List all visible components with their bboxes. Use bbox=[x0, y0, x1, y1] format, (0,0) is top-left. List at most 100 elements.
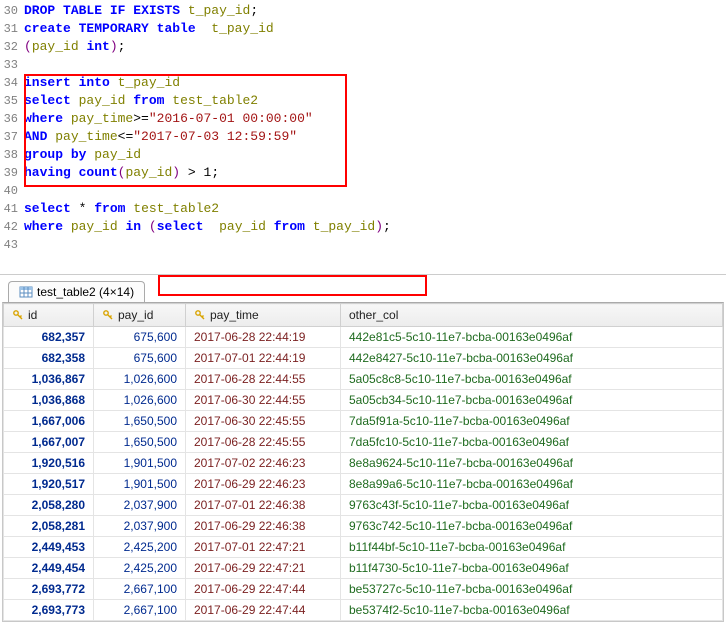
cell-other-col[interactable]: 442e8427-5c10-11e7-bcba-00163e0496af bbox=[341, 348, 723, 369]
column-header[interactable]: pay_time bbox=[186, 304, 341, 327]
cell-pay-time[interactable]: 2017-06-29 22:47:44 bbox=[186, 600, 341, 621]
cell-pay-time[interactable]: 2017-06-29 22:47:44 bbox=[186, 579, 341, 600]
table-row[interactable]: 682,358675,6002017-07-01 22:44:19442e842… bbox=[4, 348, 723, 369]
cell-other-col[interactable]: be53727c-5c10-11e7-bcba-00163e0496af bbox=[341, 579, 723, 600]
cell-pay-time[interactable]: 2017-07-01 22:44:19 bbox=[186, 348, 341, 369]
cell-pay-id[interactable]: 675,600 bbox=[94, 327, 186, 348]
cell-pay-time[interactable]: 2017-06-28 22:44:19 bbox=[186, 327, 341, 348]
cell-pay-id[interactable]: 2,037,900 bbox=[94, 495, 186, 516]
code-content[interactable]: select * from test_table2 bbox=[22, 200, 726, 218]
code-line[interactable]: 34insert into t_pay_id bbox=[0, 74, 726, 92]
code-line[interactable]: 31create TEMPORARY table t_pay_id bbox=[0, 20, 726, 38]
cell-other-col[interactable]: 7da5f91a-5c10-11e7-bcba-00163e0496af bbox=[341, 411, 723, 432]
cell-pay-id[interactable]: 1,901,500 bbox=[94, 453, 186, 474]
results-grid[interactable]: idpay_idpay_timeother_col 682,357675,600… bbox=[2, 302, 724, 622]
cell-pay-id[interactable]: 675,600 bbox=[94, 348, 186, 369]
sql-editor[interactable]: 30DROP TABLE IF EXISTS t_pay_id;31create… bbox=[0, 0, 726, 256]
code-content[interactable]: (pay_id int); bbox=[22, 38, 726, 56]
column-header[interactable]: other_col bbox=[341, 304, 723, 327]
cell-id[interactable]: 2,449,454 bbox=[4, 558, 94, 579]
code-content[interactable]: create TEMPORARY table t_pay_id bbox=[22, 20, 726, 38]
cell-pay-time[interactable]: 2017-06-30 22:45:55 bbox=[186, 411, 341, 432]
cell-other-col[interactable]: b11f44bf-5c10-11e7-bcba-00163e0496af bbox=[341, 537, 723, 558]
cell-pay-time[interactable]: 2017-07-01 22:46:38 bbox=[186, 495, 341, 516]
code-line[interactable]: 30DROP TABLE IF EXISTS t_pay_id; bbox=[0, 2, 726, 20]
cell-pay-id[interactable]: 1,026,600 bbox=[94, 369, 186, 390]
code-content[interactable]: where pay_time>="2016-07-01 00:00:00" bbox=[22, 110, 726, 128]
table-row[interactable]: 2,693,7732,667,1002017-06-29 22:47:44be5… bbox=[4, 600, 723, 621]
table-row[interactable]: 682,357675,6002017-06-28 22:44:19442e81c… bbox=[4, 327, 723, 348]
table-row[interactable]: 2,449,4532,425,2002017-07-01 22:47:21b11… bbox=[4, 537, 723, 558]
cell-id[interactable]: 1,920,517 bbox=[4, 474, 94, 495]
cell-pay-id[interactable]: 2,037,900 bbox=[94, 516, 186, 537]
cell-pay-time[interactable]: 2017-06-29 22:46:38 bbox=[186, 516, 341, 537]
code-line[interactable]: 43 bbox=[0, 236, 726, 254]
table-row[interactable]: 1,036,8681,026,6002017-06-30 22:44:555a0… bbox=[4, 390, 723, 411]
cell-other-col[interactable]: be5374f2-5c10-11e7-bcba-00163e0496af bbox=[341, 600, 723, 621]
code-content[interactable] bbox=[22, 182, 726, 200]
code-content[interactable]: group by pay_id bbox=[22, 146, 726, 164]
table-row[interactable]: 2,693,7722,667,1002017-06-29 22:47:44be5… bbox=[4, 579, 723, 600]
cell-id[interactable]: 1,667,006 bbox=[4, 411, 94, 432]
cell-id[interactable]: 2,693,773 bbox=[4, 600, 94, 621]
code-content[interactable]: DROP TABLE IF EXISTS t_pay_id; bbox=[22, 2, 726, 20]
cell-pay-id[interactable]: 2,667,100 bbox=[94, 579, 186, 600]
code-line[interactable]: 32(pay_id int); bbox=[0, 38, 726, 56]
cell-other-col[interactable]: 7da5fc10-5c10-11e7-bcba-00163e0496af bbox=[341, 432, 723, 453]
cell-pay-id[interactable]: 1,650,500 bbox=[94, 411, 186, 432]
code-content[interactable] bbox=[22, 56, 726, 74]
code-line[interactable]: 39having count(pay_id) > 1; bbox=[0, 164, 726, 182]
cell-id[interactable]: 1,920,516 bbox=[4, 453, 94, 474]
column-header[interactable]: pay_id bbox=[94, 304, 186, 327]
table-row[interactable]: 1,667,0071,650,5002017-06-28 22:45:557da… bbox=[4, 432, 723, 453]
cell-id[interactable]: 1,667,007 bbox=[4, 432, 94, 453]
cell-pay-time[interactable]: 2017-07-01 22:47:21 bbox=[186, 537, 341, 558]
code-content[interactable]: select pay_id from test_table2 bbox=[22, 92, 726, 110]
cell-other-col[interactable]: b11f4730-5c10-11e7-bcba-00163e0496af bbox=[341, 558, 723, 579]
table-row[interactable]: 1,920,5171,901,5002017-06-29 22:46:238e8… bbox=[4, 474, 723, 495]
cell-id[interactable]: 2,693,772 bbox=[4, 579, 94, 600]
cell-id[interactable]: 2,449,453 bbox=[4, 537, 94, 558]
cell-other-col[interactable]: 5a05c8c8-5c10-11e7-bcba-00163e0496af bbox=[341, 369, 723, 390]
table-row[interactable]: 1,036,8671,026,6002017-06-28 22:44:555a0… bbox=[4, 369, 723, 390]
code-line[interactable]: 40 bbox=[0, 182, 726, 200]
table-row[interactable]: 2,449,4542,425,2002017-06-29 22:47:21b11… bbox=[4, 558, 723, 579]
table-row[interactable]: 2,058,2812,037,9002017-06-29 22:46:38976… bbox=[4, 516, 723, 537]
code-line[interactable]: 35select pay_id from test_table2 bbox=[0, 92, 726, 110]
code-content[interactable]: AND pay_time<="2017-07-03 12:59:59" bbox=[22, 128, 726, 146]
cell-other-col[interactable]: 9763c43f-5c10-11e7-bcba-00163e0496af bbox=[341, 495, 723, 516]
cell-pay-id[interactable]: 2,667,100 bbox=[94, 600, 186, 621]
code-content[interactable]: having count(pay_id) > 1; bbox=[22, 164, 726, 182]
cell-id[interactable]: 2,058,281 bbox=[4, 516, 94, 537]
code-line[interactable]: 33 bbox=[0, 56, 726, 74]
cell-other-col[interactable]: 8e8a99a6-5c10-11e7-bcba-00163e0496af bbox=[341, 474, 723, 495]
cell-id[interactable]: 682,357 bbox=[4, 327, 94, 348]
cell-pay-time[interactable]: 2017-06-30 22:44:55 bbox=[186, 390, 341, 411]
code-content[interactable] bbox=[22, 236, 726, 254]
code-line[interactable]: 42where pay_id in (select pay_id from t_… bbox=[0, 218, 726, 236]
column-header[interactable]: id bbox=[4, 304, 94, 327]
code-content[interactable]: where pay_id in (select pay_id from t_pa… bbox=[22, 218, 726, 236]
table-row[interactable]: 1,920,5161,901,5002017-07-02 22:46:238e8… bbox=[4, 453, 723, 474]
cell-pay-id[interactable]: 2,425,200 bbox=[94, 537, 186, 558]
table-row[interactable]: 2,058,2802,037,9002017-07-01 22:46:38976… bbox=[4, 495, 723, 516]
cell-other-col[interactable]: 5a05cb34-5c10-11e7-bcba-00163e0496af bbox=[341, 390, 723, 411]
cell-pay-time[interactable]: 2017-06-28 22:44:55 bbox=[186, 369, 341, 390]
cell-id[interactable]: 682,358 bbox=[4, 348, 94, 369]
cell-pay-id[interactable]: 1,026,600 bbox=[94, 390, 186, 411]
table-row[interactable]: 1,667,0061,650,5002017-06-30 22:45:557da… bbox=[4, 411, 723, 432]
cell-pay-time[interactable]: 2017-06-28 22:45:55 bbox=[186, 432, 341, 453]
cell-id[interactable]: 1,036,867 bbox=[4, 369, 94, 390]
cell-pay-id[interactable]: 2,425,200 bbox=[94, 558, 186, 579]
code-content[interactable]: insert into t_pay_id bbox=[22, 74, 726, 92]
cell-id[interactable]: 2,058,280 bbox=[4, 495, 94, 516]
cell-pay-id[interactable]: 1,650,500 bbox=[94, 432, 186, 453]
cell-other-col[interactable]: 9763c742-5c10-11e7-bcba-00163e0496af bbox=[341, 516, 723, 537]
results-tab[interactable]: test_table2 (4×14) bbox=[8, 281, 145, 302]
cell-other-col[interactable]: 442e81c5-5c10-11e7-bcba-00163e0496af bbox=[341, 327, 723, 348]
code-line[interactable]: 38group by pay_id bbox=[0, 146, 726, 164]
cell-pay-time[interactable]: 2017-06-29 22:46:23 bbox=[186, 474, 341, 495]
cell-pay-time[interactable]: 2017-06-29 22:47:21 bbox=[186, 558, 341, 579]
code-line[interactable]: 36where pay_time>="2016-07-01 00:00:00" bbox=[0, 110, 726, 128]
cell-pay-time[interactable]: 2017-07-02 22:46:23 bbox=[186, 453, 341, 474]
